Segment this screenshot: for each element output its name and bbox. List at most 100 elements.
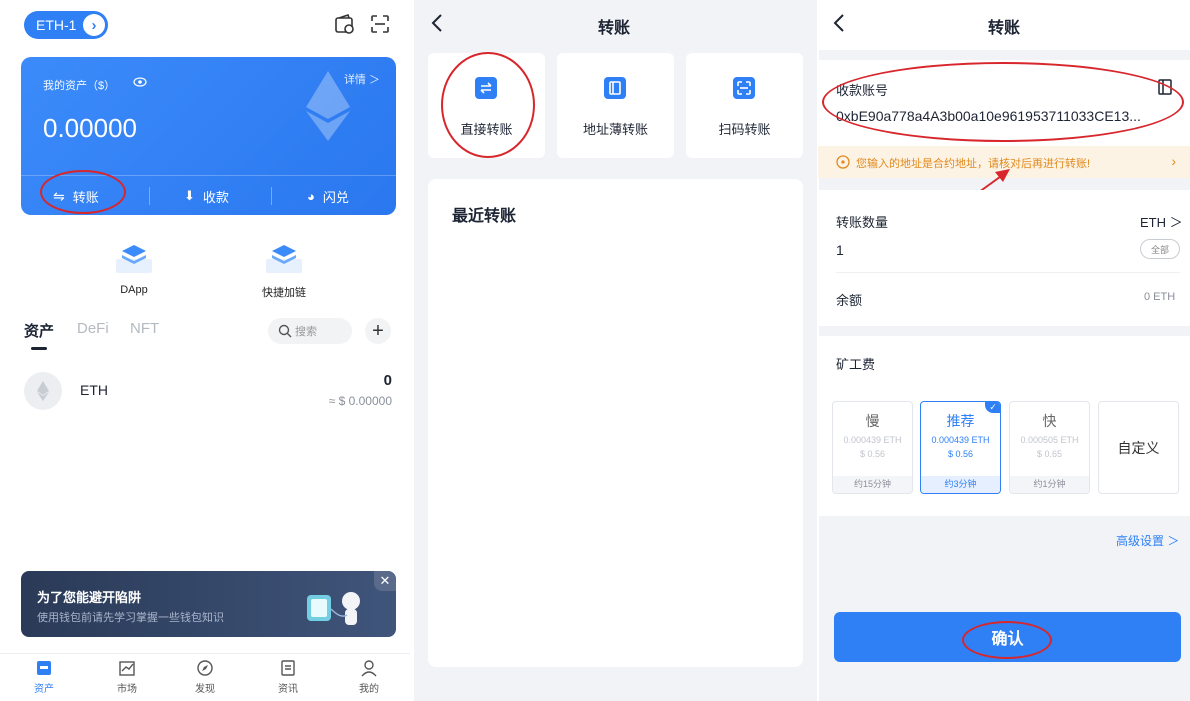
fee-eth: 0.000439 ETH — [931, 435, 990, 445]
custom-fee-label: 自定义 — [1117, 439, 1160, 456]
nav-profile[interactable]: 我的 — [334, 658, 404, 695]
transfer-arrows-icon — [475, 77, 497, 99]
plus-icon: + — [372, 319, 384, 342]
token-usd-value: ≈ $ 0.00000 — [328, 394, 392, 408]
address-book-icon — [604, 77, 626, 99]
user-icon — [361, 660, 377, 677]
scan-transfer-label: 扫码转账 — [718, 122, 771, 137]
address-book-transfer-option[interactable]: 地址薄转账 — [557, 53, 674, 158]
recent-transfers-card: 最近转账 — [428, 179, 803, 667]
back-arrow-icon[interactable] — [428, 11, 448, 35]
receive-label: 收款 — [202, 189, 229, 205]
news-icon — [281, 660, 295, 676]
asset-label: 我的资产（$） — [43, 80, 116, 92]
nav-profile-label: 我的 — [359, 684, 379, 695]
transfer-arrows-icon: ⇋ — [53, 187, 65, 204]
fee-option-slow[interactable]: 慢 0.000439 ETH $ 0.56 约15分钟 — [832, 401, 913, 494]
action-divider — [149, 187, 150, 205]
divider — [836, 272, 1180, 273]
quick-add-chain-shortcut[interactable]: 快捷加链 — [244, 243, 324, 300]
search-icon — [278, 324, 292, 338]
recipient-address-input[interactable]: 0xbE90a778a4A3b00a10e961953711033CE13... — [836, 108, 1174, 124]
recipient-label: 收款账号 — [836, 83, 889, 98]
amount-input[interactable]: 1 — [836, 242, 844, 258]
token-amount: 0 — [383, 372, 392, 389]
confirm-button[interactable]: 确认 — [834, 612, 1181, 662]
nav-assets-label: 资产 — [34, 684, 54, 695]
swap-label: 闪兑 — [322, 189, 349, 205]
close-banner-button[interactable]: ✕ — [374, 571, 396, 591]
search-input[interactable]: 搜索 — [268, 318, 352, 344]
fee-option-custom[interactable]: 自定义 — [1098, 401, 1179, 494]
advanced-settings-link[interactable]: 高级设置 ＞ — [1116, 532, 1179, 549]
direct-transfer-option[interactable]: 直接转账 — [428, 53, 545, 158]
nav-assets[interactable]: 资产 — [9, 658, 79, 695]
transfer-button[interactable]: ⇋ 转账 — [53, 182, 99, 210]
layers-icon — [266, 245, 302, 273]
fee-eth: 0.000505 ETH — [1020, 435, 1079, 445]
eye-icon[interactable] — [133, 76, 147, 88]
address-book-icon[interactable] — [1156, 78, 1174, 96]
layers-icon — [116, 245, 152, 273]
amount-section — [818, 190, 1190, 326]
tab-defi[interactable]: DeFi — [77, 320, 109, 337]
chart-icon — [119, 661, 135, 676]
all-amount-button[interactable]: 全部 — [1140, 239, 1180, 259]
fee-option-fast[interactable]: 快 0.000505 ETH $ 0.65 约1分钟 — [1009, 401, 1090, 494]
network-selector[interactable]: ETH-1 › — [24, 11, 108, 39]
token-symbol: ETH — [80, 382, 108, 398]
fee-name: 推荐 — [946, 413, 975, 429]
scan-transfer-option[interactable]: 扫码转账 — [686, 53, 803, 158]
token-row-eth[interactable]: ETH 0 ≈ $ 0.00000 — [24, 370, 394, 414]
fee-name: 慢 — [865, 413, 880, 429]
close-icon: ✕ — [379, 573, 391, 588]
education-banner[interactable]: 为了您能避开陷阱 使用钱包前请先学习掌握一些钱包知识 ✕ — [21, 571, 396, 637]
nav-market[interactable]: 市场 — [92, 658, 162, 695]
dapp-shortcut[interactable]: DApp — [94, 243, 174, 296]
swap-button[interactable]: ◕ 闪兑 — [307, 182, 349, 210]
fee-usd: $ 0.56 — [947, 449, 974, 459]
fee-eth: 0.000439 ETH — [843, 435, 902, 445]
scan-icon — [733, 77, 755, 99]
tab-assets[interactable]: 资产 — [24, 320, 54, 341]
download-icon: ⬇ — [184, 188, 195, 203]
asset-selector[interactable]: ETH ＞ — [1140, 212, 1183, 231]
fee-time: 约1分钟 — [1010, 476, 1089, 493]
banner-subtitle: 使用钱包前请先学习掌握一些钱包知识 — [37, 612, 224, 624]
bottom-nav: 资产 市场 发现 资讯 我的 — [0, 653, 410, 701]
search-placeholder: 搜索 — [295, 326, 317, 338]
all-amount-label: 全部 — [1150, 244, 1169, 255]
fee-name: 快 — [1042, 413, 1057, 429]
back-arrow-icon[interactable] — [830, 11, 850, 35]
card-divider — [21, 175, 396, 176]
balance-label: 余额 — [836, 293, 863, 308]
transfer-label: 转账 — [72, 189, 99, 205]
action-divider — [271, 187, 272, 205]
add-token-button[interactable]: + — [365, 318, 391, 344]
nav-discover[interactable]: 发现 — [170, 658, 240, 695]
wallet-settings-icon[interactable] — [333, 12, 357, 36]
fee-label: 矿工费 — [836, 357, 876, 372]
nav-market-label: 市场 — [117, 684, 137, 695]
nav-news[interactable]: 资讯 — [253, 658, 323, 695]
chevron-right-icon: › — [1171, 153, 1176, 169]
astronaut-illustration-icon — [307, 592, 360, 625]
network-label: ETH-1 — [36, 17, 77, 33]
nav-news-label: 资讯 — [278, 684, 298, 695]
fee-option-recommended[interactable]: ✓ 推荐 0.000439 ETH $ 0.56 约3分钟 — [920, 401, 1001, 494]
direct-transfer-label: 直接转账 — [460, 122, 513, 137]
receive-button[interactable]: ⬇ 收款 — [184, 182, 229, 210]
scan-icon[interactable] — [368, 12, 392, 36]
page-title: 转账 — [598, 20, 631, 37]
swap-icon: ◕ — [307, 188, 315, 204]
chevron-right-icon: › — [83, 14, 105, 36]
wallet-home-screen: ETH-1 › 我的资产（$） 详情 ＞ 0.00000 ⇋ 转账 ⬇ 收款 ◕… — [0, 0, 410, 701]
eth-token-icon — [24, 372, 62, 410]
checkmark-icon: ✓ — [985, 402, 1000, 413]
fee-time: 约15分钟 — [833, 476, 912, 493]
dapp-label: DApp — [120, 284, 148, 296]
fee-usd: $ 0.56 — [859, 449, 886, 459]
tab-nft[interactable]: NFT — [130, 320, 159, 337]
confirm-label: 确认 — [991, 631, 1024, 648]
ethereum-logo-icon — [306, 71, 350, 141]
